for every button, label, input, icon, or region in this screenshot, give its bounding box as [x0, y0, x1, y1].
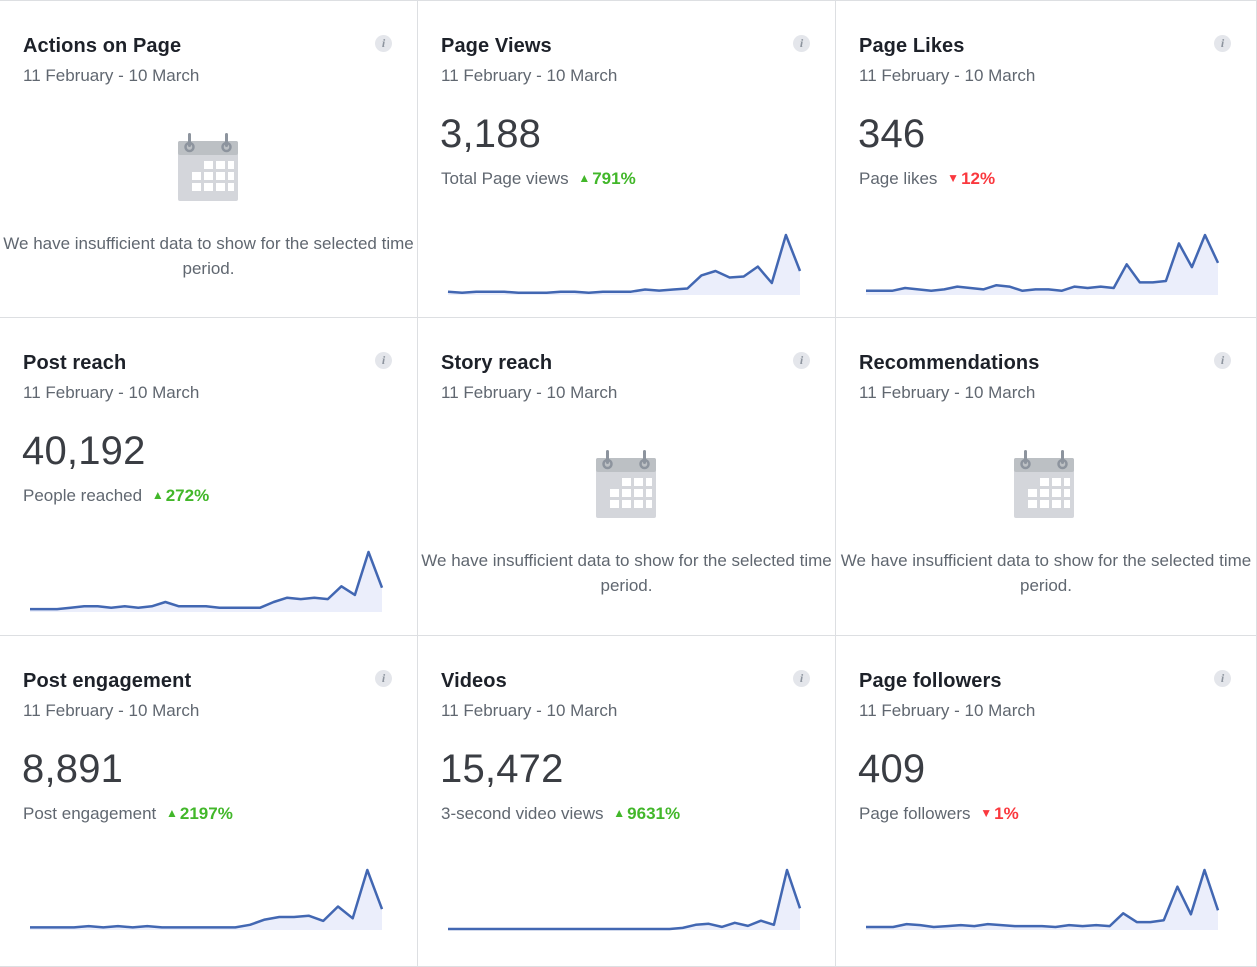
change-indicator: ▲ 272% — [152, 486, 209, 505]
info-icon[interactable]: i — [375, 35, 392, 52]
metric-value: 15,472 — [440, 747, 564, 791]
trend-sparkline[interactable] — [0, 858, 400, 938]
metric-subtitle: Total Page views ▲ 791% — [441, 169, 636, 189]
page-followers-card[interactable]: Page followers 11 February - 10 March i 409… — [836, 636, 1257, 967]
change-percent: 272% — [165, 486, 210, 505]
metric-label: Post engagement — [23, 804, 157, 823]
info-icon[interactable]: i — [793, 352, 810, 369]
info-icon[interactable]: i — [1214, 352, 1231, 369]
info-icon[interactable]: i — [375, 352, 392, 369]
card-title: Page Likes — [859, 35, 965, 57]
metric-label: Page likes — [859, 169, 938, 188]
triangle-up-icon: ▲ — [151, 488, 164, 502]
post-reach-card[interactable]: Post reach 11 February - 10 March i 40,192 … — [0, 318, 418, 636]
sparkline-area — [30, 552, 382, 612]
info-icon[interactable]: i — [375, 670, 392, 687]
date-range: 11 February - 10 March — [859, 383, 1036, 402]
metric-subtitle: People reached ▲ 272% — [23, 486, 209, 506]
card-title: Story reach — [441, 352, 553, 374]
metric-value: 409 — [858, 747, 926, 791]
info-icon[interactable]: i — [793, 35, 810, 52]
info-icon[interactable]: i — [1214, 670, 1231, 687]
change-percent: 791% — [592, 169, 636, 188]
sparkline-line — [448, 868, 802, 931]
metric-value: 3,188 — [440, 112, 542, 156]
date-range: 11 February - 10 March — [441, 66, 618, 85]
date-range: 11 February - 10 March — [23, 701, 200, 720]
sparkline-area — [30, 870, 382, 930]
sparkline-area — [866, 235, 1218, 295]
card-title: Recommendations — [859, 352, 1040, 374]
triangle-down-icon: ▼ — [947, 171, 960, 185]
insufficient-data-message: We have insufficient data to show for th… — [840, 551, 1252, 595]
info-icon[interactable]: i — [793, 670, 810, 687]
metric-subtitle: Post engagement ▲ 2197% — [23, 804, 233, 824]
trend-sparkline[interactable] — [418, 223, 818, 303]
change-percent: 2197% — [179, 804, 233, 823]
change-indicator: ▲ 791% — [578, 169, 635, 188]
actions-on-page-card[interactable]: Actions on Page 11 February - 10 March i W… — [0, 0, 418, 318]
change-percent: 12% — [961, 169, 996, 188]
metric-value: 40,192 — [22, 429, 146, 473]
insufficient-data-message: We have insufficient data to show for th… — [421, 551, 832, 595]
post-engagement-card[interactable]: Post engagement 11 February - 10 March i 8,… — [0, 636, 418, 967]
sparkline-line — [866, 868, 1220, 929]
trend-sparkline[interactable] — [836, 858, 1236, 938]
triangle-up-icon: ▲ — [166, 806, 178, 820]
date-range: 11 February - 10 March — [859, 66, 1036, 85]
story-reach-card[interactable]: Story reach 11 February - 10 March i We ha… — [418, 318, 836, 636]
date-range: 11 February - 10 March — [23, 66, 200, 85]
metric-subtitle: Page followers ▼ 1% — [859, 804, 1019, 824]
page-views-card[interactable]: Page Views 11 February - 10 March i 3,188 T… — [418, 0, 836, 318]
sparkline-area — [866, 870, 1218, 930]
change-indicator: ▼ 12% — [947, 169, 995, 188]
change-percent: 9631% — [627, 804, 681, 823]
change-percent: 1% — [994, 804, 1019, 823]
metric-label: People reached — [23, 486, 143, 505]
trend-sparkline[interactable] — [836, 223, 1236, 303]
card-title: Page followers — [859, 670, 1002, 692]
change-indicator: ▲ 9631% — [613, 804, 680, 823]
sparkline-area — [448, 235, 800, 295]
date-range: 11 February - 10 March — [23, 383, 200, 402]
trend-sparkline[interactable] — [0, 540, 400, 620]
recommendations-card[interactable]: Recommendations 11 February - 10 March i W… — [836, 318, 1257, 636]
calendar-icon — [178, 133, 238, 201]
insufficient-data-message: We have insufficient data to show for th… — [3, 234, 414, 278]
card-title: Page Views — [441, 35, 552, 57]
metric-label: Page followers — [859, 804, 971, 823]
triangle-up-icon: ▲ — [613, 806, 626, 820]
card-title: Post engagement — [23, 670, 192, 692]
calendar-icon — [1014, 450, 1074, 518]
calendar-icon — [596, 450, 656, 518]
date-range: 11 February - 10 March — [441, 701, 618, 720]
metric-label: Total Page views — [441, 169, 569, 188]
triangle-up-icon: ▲ — [578, 171, 591, 185]
trend-sparkline[interactable] — [418, 858, 818, 938]
card-title: Videos — [441, 670, 507, 692]
card-title: Actions on Page — [23, 35, 182, 57]
change-indicator: ▲ 2197% — [166, 804, 233, 823]
metric-value: 8,891 — [22, 747, 124, 791]
metric-subtitle: 3-second video views ▲ 9631% — [441, 804, 680, 824]
sparkline-area — [448, 870, 800, 930]
date-range: 11 February - 10 March — [859, 701, 1036, 720]
page-likes-card[interactable]: Page Likes 11 February - 10 March i 346 Pag… — [836, 0, 1257, 318]
change-indicator: ▼ 1% — [980, 804, 1018, 823]
info-icon[interactable]: i — [1214, 35, 1231, 52]
insights-grid: Actions on Page 11 February - 10 March i W… — [0, 0, 1257, 967]
triangle-down-icon: ▼ — [980, 806, 993, 820]
card-title: Post reach — [23, 352, 127, 374]
videos-card[interactable]: Videos 11 February - 10 March i 15,472 3-se… — [418, 636, 836, 967]
date-range: 11 February - 10 March — [441, 383, 618, 402]
metric-label: 3-second video views — [441, 804, 604, 823]
metric-value: 346 — [858, 112, 926, 156]
metric-subtitle: Page likes ▼ 12% — [859, 169, 995, 189]
